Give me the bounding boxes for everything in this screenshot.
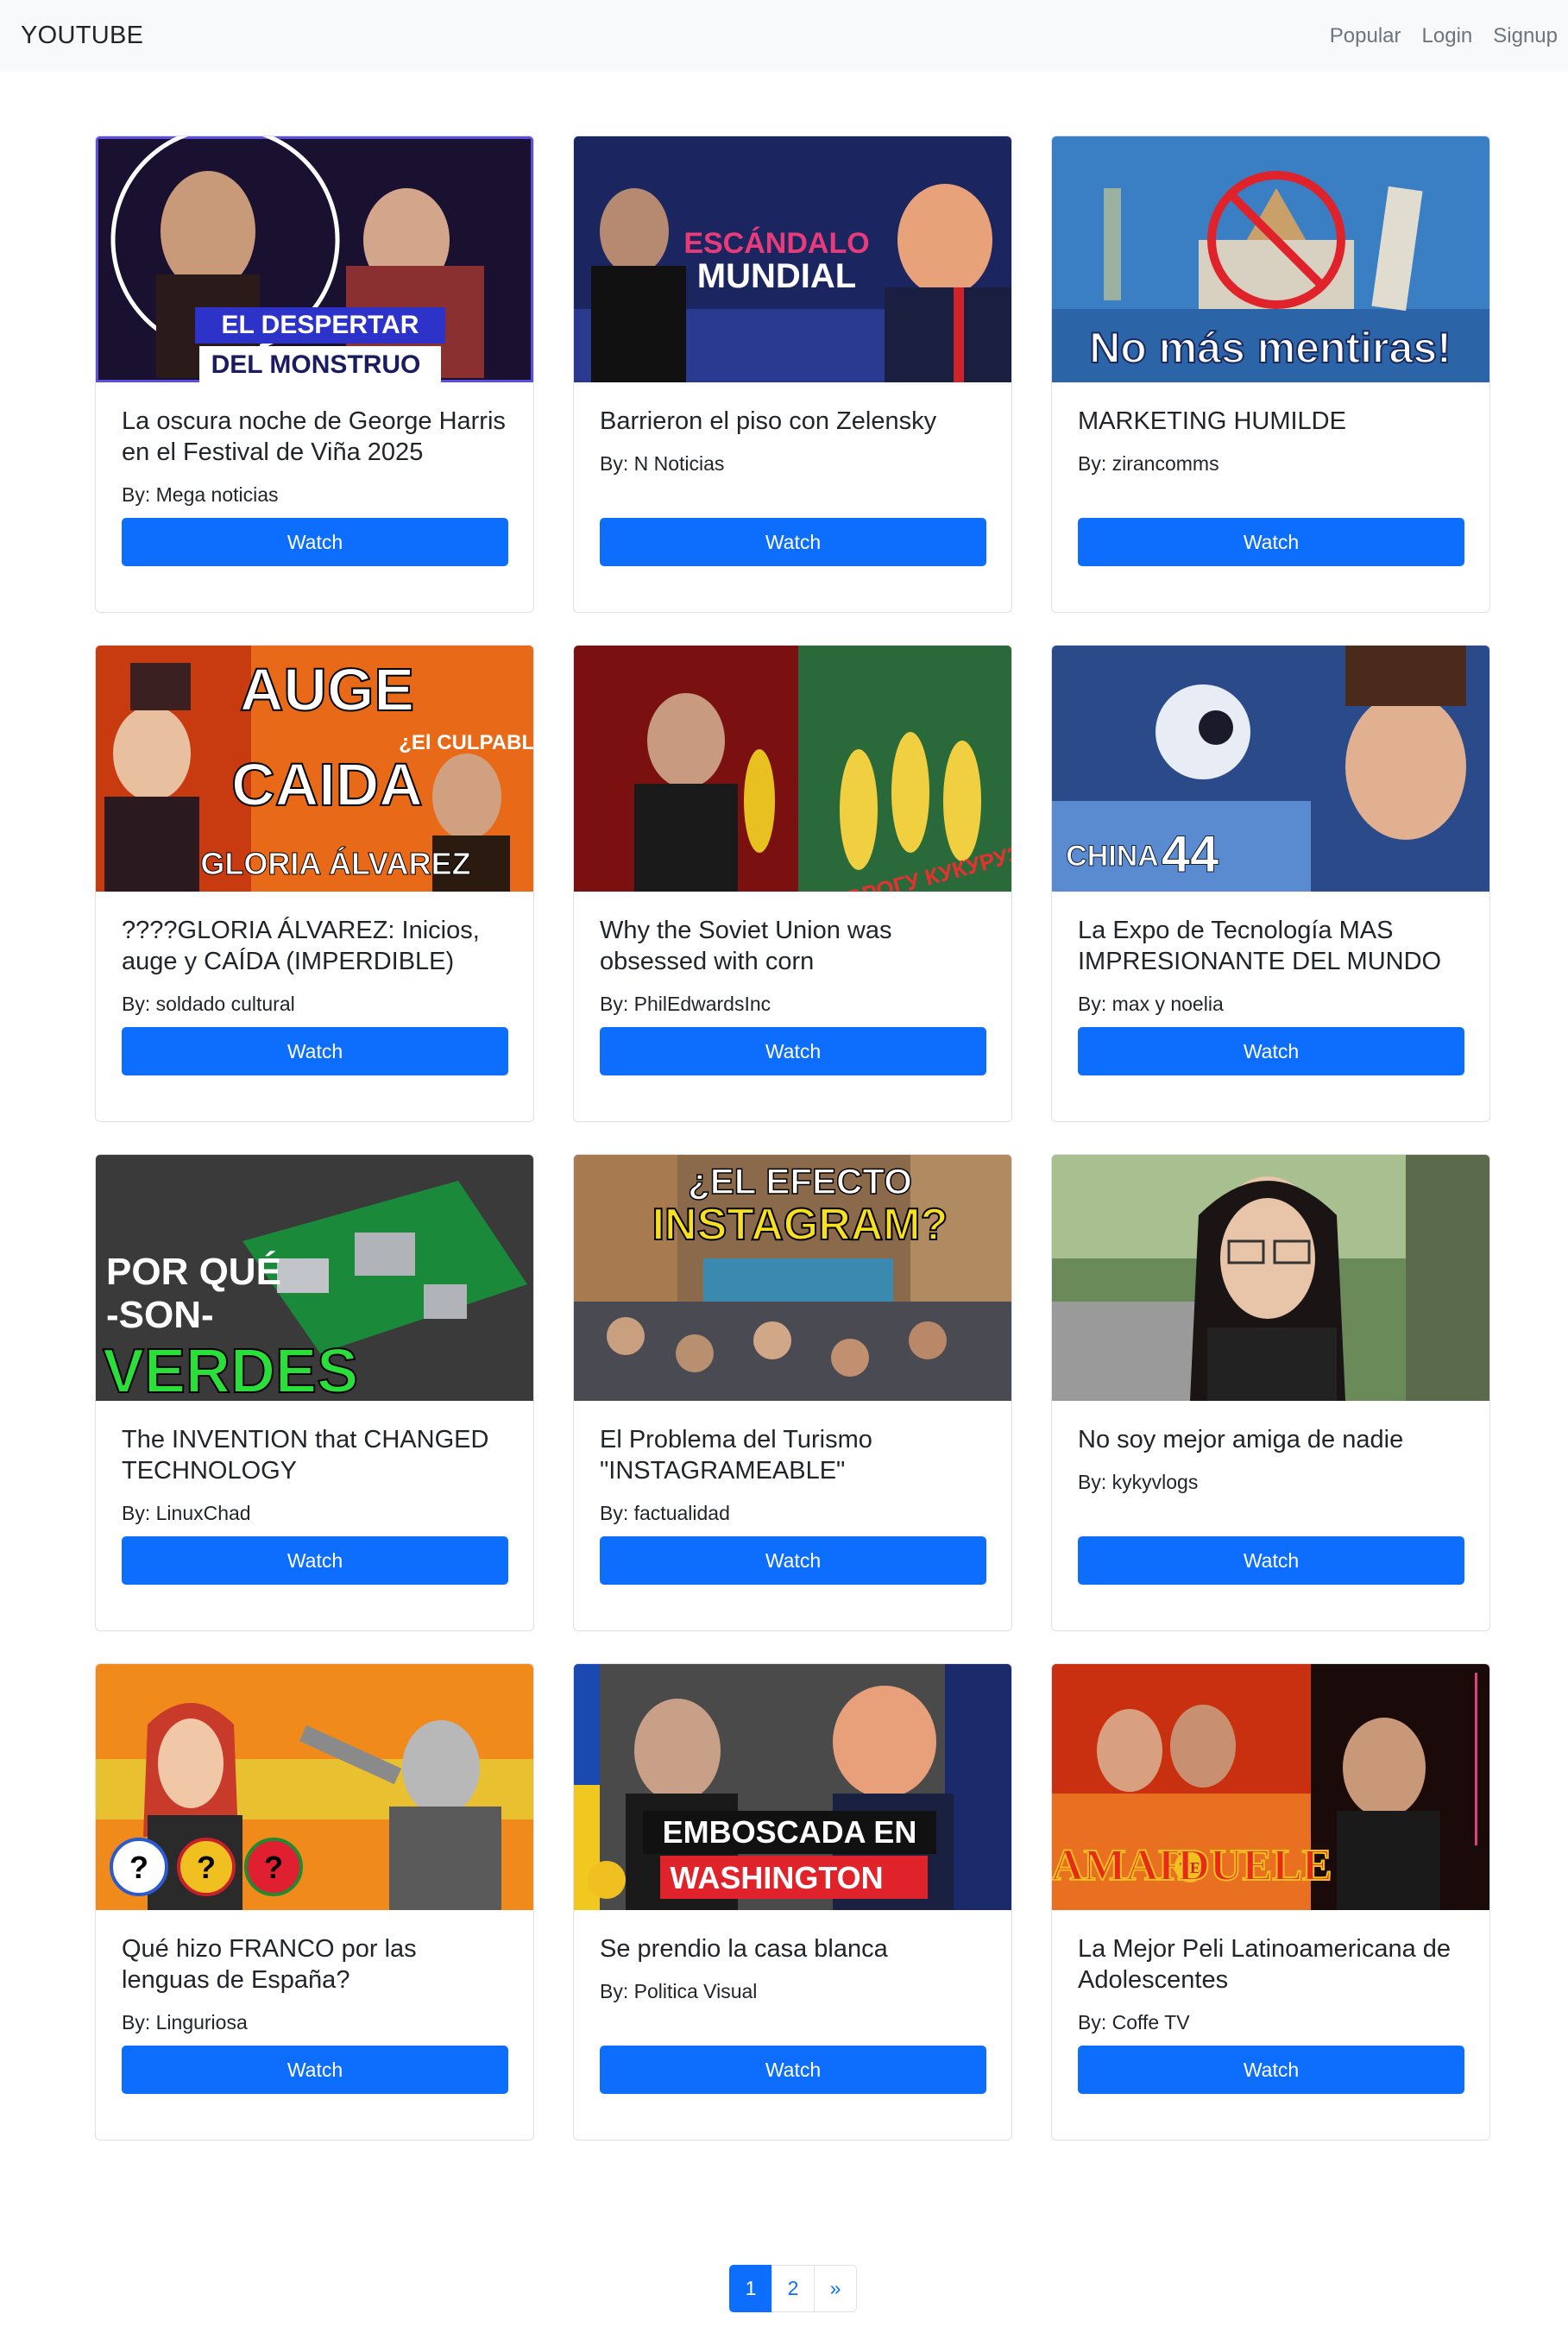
watch-button[interactable]: Watch bbox=[122, 1027, 508, 1075]
thumb-caption: ? bbox=[129, 1850, 148, 1885]
thumb-caption: WASHINGTON bbox=[670, 1860, 883, 1895]
watch-button[interactable]: Watch bbox=[1078, 1027, 1464, 1075]
thumb-caption: POR QUÉ bbox=[106, 1250, 281, 1293]
video-thumbnail[interactable]: AUGE CAIDA GLORIA ÁLVAREZ ¿El CULPABLE? bbox=[96, 646, 533, 892]
thumb-caption: VERDES bbox=[103, 1337, 358, 1401]
video-title: La oscura noche de George Harris en el F… bbox=[122, 407, 506, 466]
video-card: ESCÁNDALO MUNDIAL Barrieron el piso con … bbox=[573, 136, 1012, 613]
video-thumbnail[interactable]: No más mentiras! bbox=[1052, 136, 1489, 382]
video-card: AMAR TE DUELE La Mejor Peli Latinoameric… bbox=[1051, 1663, 1490, 2141]
next-page-button[interactable]: » bbox=[814, 2265, 857, 2312]
thumb-caption: EMBOSCADA EN bbox=[663, 1814, 917, 1850]
video-author: By: Politica Visual bbox=[600, 1980, 758, 2002]
video-title: Why the Soviet Union was obsessed with c… bbox=[600, 917, 892, 975]
video-thumbnail[interactable]: ? ? ? bbox=[96, 1664, 533, 1910]
video-author: By: soldado cultural bbox=[122, 993, 295, 1015]
watch-button[interactable]: Watch bbox=[600, 1027, 986, 1075]
video-author: By: factualidad bbox=[600, 1502, 730, 1524]
thumb-caption: ¿EL EFECTO bbox=[688, 1161, 912, 1201]
video-author: By: Coffe TV bbox=[1078, 2011, 1190, 2033]
watch-button[interactable]: Watch bbox=[122, 518, 508, 566]
video-title: No soy mejor amiga de nadie bbox=[1078, 1426, 1404, 1453]
thumb-caption: GLORIA ÁLVAREZ bbox=[200, 846, 470, 881]
video-card: No más mentiras! MARKETING HUMILDE By: z… bbox=[1051, 136, 1490, 613]
video-card: ¿EL EFECTO INSTAGRAM? El Problema del Tu… bbox=[573, 1154, 1012, 1631]
nav-link-login[interactable]: Login bbox=[1422, 24, 1473, 48]
video-card: No soy mejor amiga de nadie By: kykyvlog… bbox=[1051, 1154, 1490, 1631]
video-author: By: zirancomms bbox=[1078, 452, 1219, 475]
video-thumbnail[interactable]: AMAR TE DUELE bbox=[1052, 1664, 1489, 1910]
video-card: EL DESPERTAR DEL MONSTRUO La oscura noch… bbox=[95, 136, 534, 613]
video-thumbnail[interactable]: CHINA 44 bbox=[1052, 646, 1489, 892]
video-author: By: max y noelia bbox=[1078, 993, 1224, 1015]
video-author: By: Mega noticias bbox=[122, 483, 279, 506]
video-author: By: N Noticias bbox=[600, 452, 725, 475]
video-thumbnail[interactable]: EMBOSCADA EN WASHINGTON bbox=[574, 1664, 1011, 1910]
video-title: ????GLORIA ÁLVAREZ: Inicios, auge y CAÍD… bbox=[122, 917, 480, 975]
video-card: AUGE CAIDA GLORIA ÁLVAREZ ¿El CULPABLE? … bbox=[95, 645, 534, 1122]
thumb-caption: No más mentiras! bbox=[1089, 324, 1452, 372]
thumb-caption: AMAR bbox=[1052, 1841, 1192, 1890]
video-title: MARKETING HUMILDE bbox=[1078, 407, 1346, 435]
video-thumbnail[interactable]: POR QUÉ -SON- VERDES bbox=[96, 1155, 533, 1401]
thumb-caption: -SON- bbox=[106, 1294, 214, 1336]
thumb-caption: INSTAGRAM? bbox=[652, 1200, 948, 1250]
watch-button[interactable]: Watch bbox=[122, 1536, 508, 1585]
pagination: 1 2 » bbox=[729, 2265, 857, 2312]
thumb-caption: EL DESPERTAR bbox=[222, 311, 419, 339]
video-title: El Problema del Turismo "INSTAGRAMEABLE" bbox=[600, 1426, 872, 1485]
watch-button[interactable]: Watch bbox=[600, 518, 986, 566]
video-title: The INVENTION that CHANGED TECHNOLOGY bbox=[122, 1426, 489, 1485]
page-2-button[interactable]: 2 bbox=[771, 2265, 815, 2312]
video-card: CHINA 44 La Expo de Tecnología MAS IMPRE… bbox=[1051, 645, 1490, 1122]
thumb-caption: CAIDA bbox=[231, 751, 423, 818]
video-title: Qué hizo FRANCO por las lenguas de Españ… bbox=[122, 1935, 417, 1994]
watch-button[interactable]: Watch bbox=[1078, 1536, 1464, 1585]
watch-button[interactable]: Watch bbox=[122, 2046, 508, 2094]
video-thumbnail[interactable]: ДОРОГУ КУКУРУЗЕ! bbox=[574, 646, 1011, 892]
thumb-caption: ESCÁNDALO bbox=[683, 227, 869, 260]
page-1-button[interactable]: 1 bbox=[729, 2265, 772, 2312]
navbar: YOUTUBE Popular Login Signup bbox=[0, 0, 1568, 72]
video-card: EMBOSCADA EN WASHINGTON Se prendio la ca… bbox=[573, 1663, 1012, 2141]
thumb-caption: DEL MONSTRUO bbox=[211, 350, 421, 379]
brand-logo[interactable]: YOUTUBE bbox=[21, 22, 143, 50]
video-title: Barrieron el piso con Zelensky bbox=[600, 407, 937, 435]
video-card: POR QUÉ -SON- VERDES The INVENTION that … bbox=[95, 1154, 534, 1631]
video-author: By: kykyvlogs bbox=[1078, 1471, 1199, 1493]
nav-link-signup[interactable]: Signup bbox=[1493, 24, 1558, 48]
watch-button[interactable]: Watch bbox=[600, 1536, 986, 1585]
video-thumbnail[interactable]: ESCÁNDALO MUNDIAL bbox=[574, 136, 1011, 382]
thumb-caption: AUGE bbox=[240, 656, 414, 723]
video-grid: EL DESPERTAR DEL MONSTRUO La oscura noch… bbox=[95, 136, 1492, 2141]
thumb-caption: DUELE bbox=[1177, 1841, 1332, 1890]
nav-links: Popular Login Signup bbox=[1330, 24, 1568, 48]
thumb-caption: MUNDIAL bbox=[697, 257, 856, 295]
video-card: ? ? ? Qué hizo FRANCO por las lenguas de… bbox=[95, 1663, 534, 2141]
watch-button[interactable]: Watch bbox=[1078, 518, 1464, 566]
thumb-caption: ¿El CULPABLE? bbox=[399, 731, 533, 754]
thumb-caption: ? bbox=[264, 1850, 283, 1885]
thumb-caption: CHINA bbox=[1066, 840, 1159, 873]
video-title: La Mejor Peli Latinoamericana de Adolesc… bbox=[1078, 1935, 1452, 1994]
video-title: La Expo de Tecnología MAS IMPRESIONANTE … bbox=[1078, 917, 1442, 975]
video-thumbnail[interactable] bbox=[1052, 1155, 1489, 1401]
video-author: By: PhilEdwardsInc bbox=[600, 993, 771, 1015]
video-thumbnail[interactable]: EL DESPERTAR DEL MONSTRUO bbox=[96, 136, 533, 382]
watch-button[interactable]: Watch bbox=[600, 2046, 986, 2094]
video-thumbnail[interactable]: ¿EL EFECTO INSTAGRAM? bbox=[574, 1155, 1011, 1401]
video-card: ДОРОГУ КУКУРУЗЕ! Why the Soviet Union wa… bbox=[573, 645, 1012, 1122]
video-title: Se prendio la casa blanca bbox=[600, 1935, 888, 1963]
video-author: By: LinuxChad bbox=[122, 1502, 251, 1524]
video-author: By: Linguriosa bbox=[122, 2011, 248, 2033]
thumb-caption: 44 bbox=[1162, 825, 1219, 883]
nav-link-popular[interactable]: Popular bbox=[1330, 24, 1401, 48]
thumb-caption: ? bbox=[197, 1850, 216, 1885]
watch-button[interactable]: Watch bbox=[1078, 2046, 1464, 2094]
